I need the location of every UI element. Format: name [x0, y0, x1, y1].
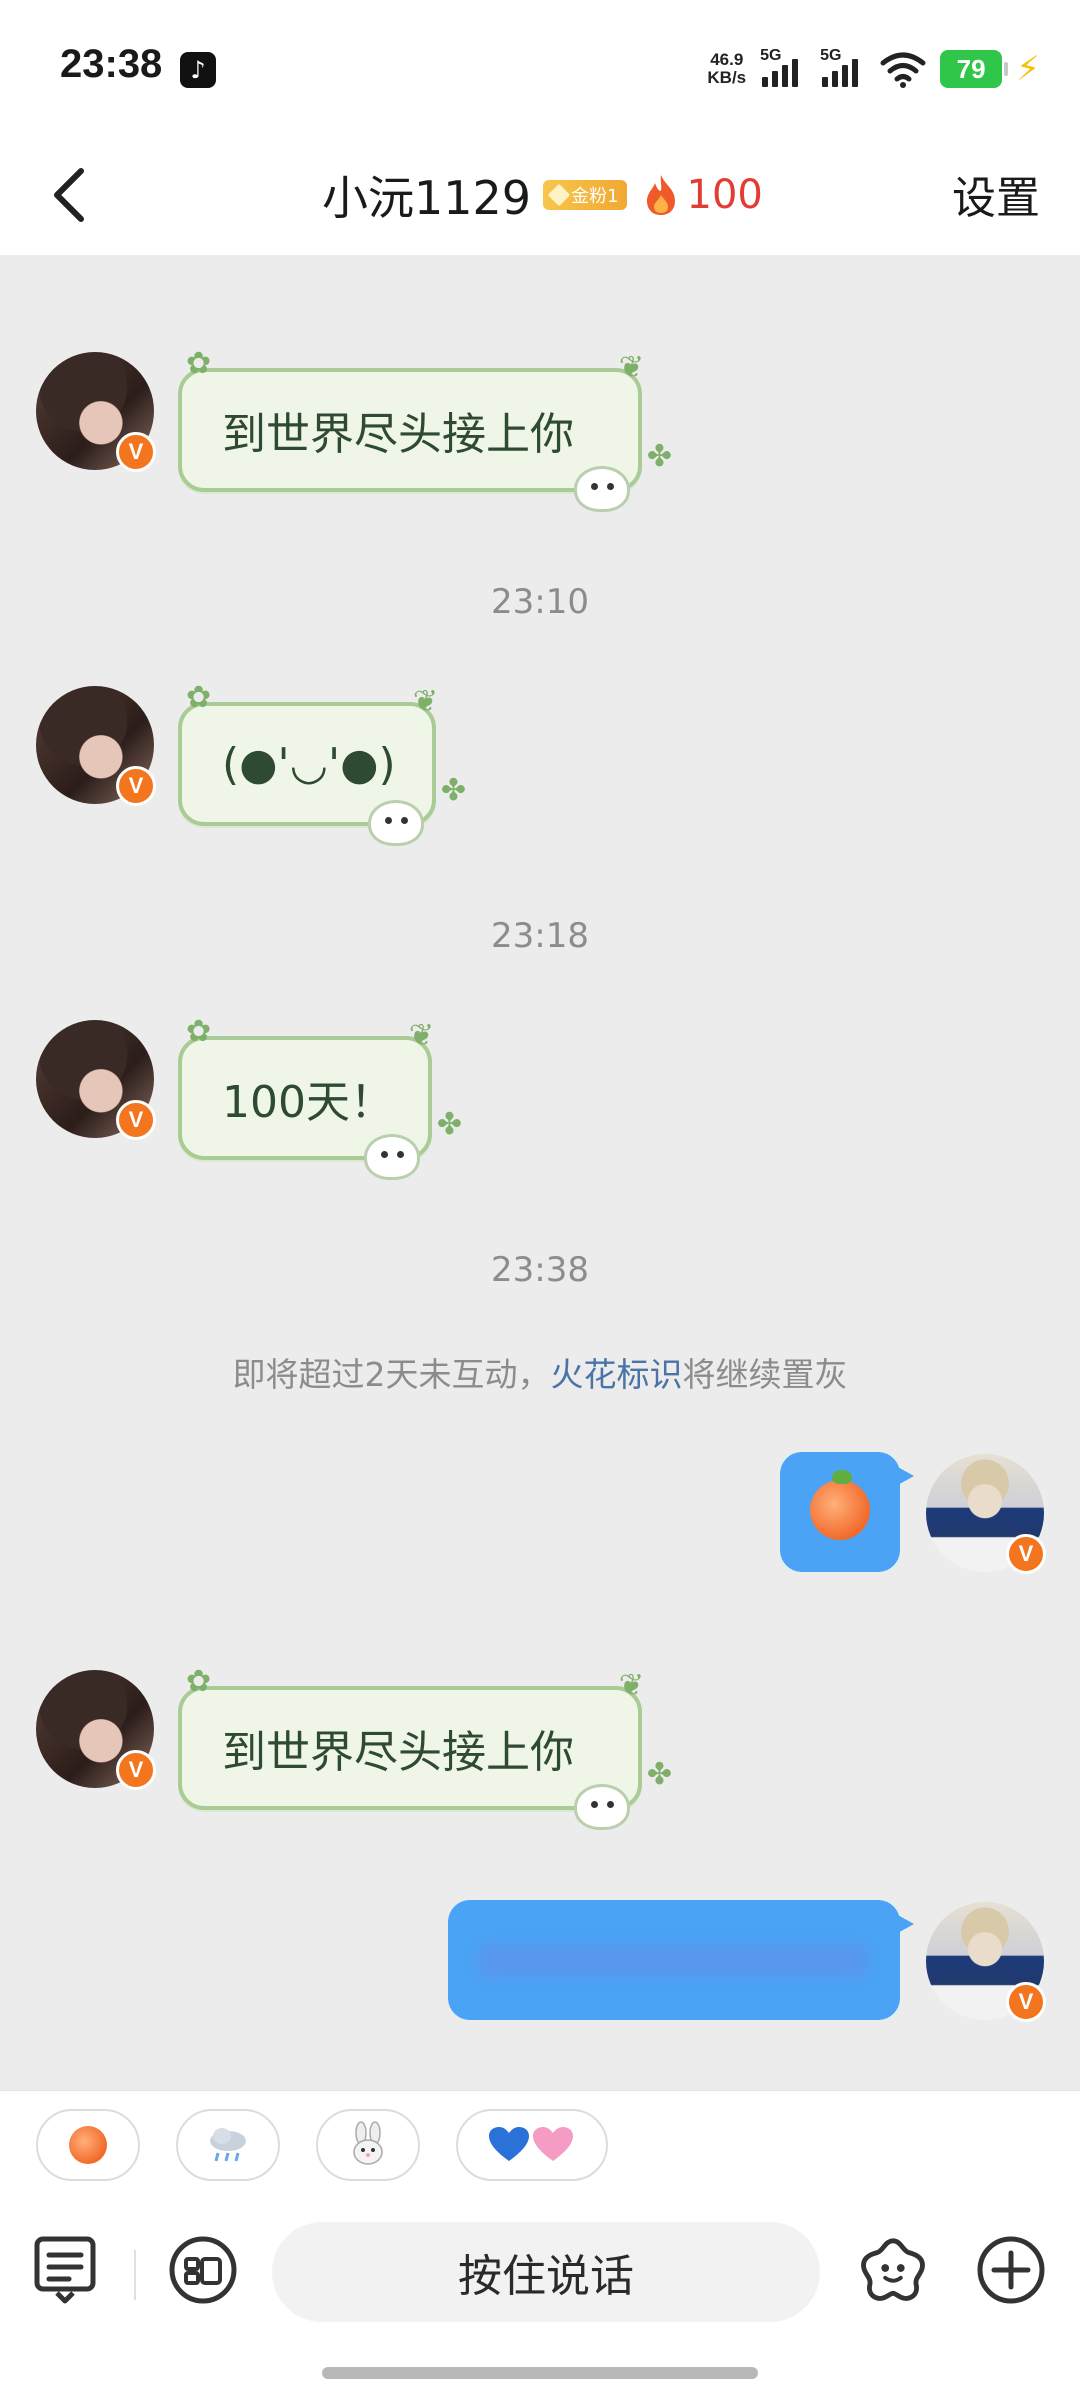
quick-reply-bar [0, 2090, 1080, 2200]
chat-title-group[interactable]: 小沅1129 金粉1 100 [322, 158, 763, 232]
clover-icon: ✤ [646, 439, 672, 474]
status-time: 23:38 [60, 42, 163, 86]
voice-icon [169, 2236, 237, 2304]
clover-icon: ✤ [440, 773, 466, 808]
contact-avatar[interactable]: V [36, 1020, 156, 1140]
verified-badge-icon: V [116, 1100, 156, 1140]
clover-icon: ✿ [186, 1664, 212, 1699]
my-avatar[interactable]: V [926, 1454, 1046, 1574]
message-text: 到世界尽头接上你 [222, 409, 574, 460]
peach-icon [69, 2126, 107, 2164]
verified-badge-icon: V [1006, 1982, 1046, 2022]
settings-button[interactable]: 设置 [952, 162, 1040, 226]
clover-icon: ✤ [436, 1107, 462, 1142]
leaf-icon: ❦ [412, 684, 438, 719]
quick-reply-rain[interactable] [176, 2109, 280, 2181]
rabbit-icon [353, 2121, 383, 2165]
home-indicator[interactable] [322, 2367, 758, 2379]
bunny-sticker-icon [574, 466, 630, 512]
clover-icon: ✿ [186, 1014, 212, 1049]
plus-icon [977, 2236, 1045, 2304]
message-bubble-sent[interactable] [780, 1452, 914, 1572]
battery-icon: 79 [940, 50, 1009, 88]
message-text: 到世界尽头接上你 [222, 1727, 574, 1778]
verified-badge-icon: V [116, 1750, 156, 1790]
sticker-icon [861, 2238, 925, 2301]
verified-badge-icon: V [1006, 1534, 1046, 1574]
status-bar: 23:38 ♪ 46.9 KB/s 5G 5G 79 ⚡ [0, 0, 1080, 140]
notes-button[interactable] [30, 2235, 100, 2305]
voice-button[interactable] [168, 2235, 238, 2305]
peach-icon [810, 1470, 870, 1540]
message-bubble-received[interactable]: (●'◡'●) ✿ ❦ ✤ [178, 680, 466, 846]
blurred-message-text [478, 1944, 868, 1978]
contact-avatar[interactable]: V [36, 686, 156, 806]
quick-reply-rabbit[interactable] [316, 2109, 420, 2181]
plus-button[interactable] [976, 2235, 1046, 2305]
message-text: 100天！ [222, 1077, 394, 1128]
spark-notice: 即将超过2天未互动，火花标识将继续置灰 [232, 1355, 848, 1394]
contact-name: 小沅1129 [322, 171, 532, 225]
message-text: (●'◡'●) [222, 738, 396, 790]
verified-badge-icon: V [116, 766, 156, 806]
clover-icon: ✿ [186, 680, 212, 715]
message-bubble-received[interactable]: 到世界尽头接上你 ✿ ❦ ✤ [178, 346, 672, 512]
back-button[interactable] [34, 160, 104, 230]
spark-badge-link[interactable]: 火花标识 [551, 1355, 683, 1394]
status-indicators: 46.9 KB/s 5G 5G 79 ⚡ [707, 45, 1040, 93]
message-bubble-received[interactable]: 100天！ ✿ ❦ ✤ [178, 1014, 462, 1180]
tiktok-icon: ♪ [180, 52, 216, 88]
spark-streak-count: 100 [686, 172, 763, 218]
bunny-sticker-icon [368, 800, 424, 846]
message-bubble-received[interactable]: 到世界尽头接上你 ✿ ❦ ✤ [178, 1664, 672, 1830]
leaf-icon: ❦ [618, 1668, 644, 1703]
signal-5g-icon: 5G [760, 47, 806, 89]
my-avatar[interactable]: V [926, 1902, 1046, 2022]
wifi-icon [880, 52, 926, 88]
hold-to-talk-button[interactable]: 按住说话 [272, 2222, 820, 2322]
gem-icon [547, 183, 571, 207]
chevron-left-icon [54, 168, 84, 222]
leaf-icon: ❦ [618, 350, 644, 385]
leaf-icon: ❦ [408, 1018, 434, 1053]
network-speed: 46.9 KB/s [707, 50, 747, 87]
quick-reply-peach[interactable] [36, 2109, 140, 2181]
clover-icon: ✿ [186, 346, 212, 381]
message-bubble-sent[interactable] [448, 1900, 914, 2020]
timestamp: 23:18 [491, 916, 589, 956]
contact-avatar[interactable]: V [36, 1670, 156, 1790]
rain-cloud-icon [210, 2128, 246, 2162]
sticker-button[interactable] [858, 2235, 928, 2305]
bunny-sticker-icon [364, 1134, 420, 1180]
timestamp: 23:10 [491, 582, 589, 622]
clover-icon: ✤ [646, 1757, 672, 1792]
flame-icon [646, 175, 675, 215]
notes-icon [34, 2236, 96, 2304]
blue-pink-hearts-icon [489, 2127, 573, 2161]
contact-avatar[interactable]: V [36, 352, 156, 472]
timestamp: 23:38 [491, 1250, 589, 1290]
charging-icon: ⚡ [1016, 49, 1040, 89]
fan-badge: 金粉1 [543, 180, 627, 210]
quick-reply-hearts[interactable] [456, 2109, 608, 2181]
signal-5g-icon: 5G [820, 47, 866, 89]
chat-header: 小沅1129 金粉1 100 设置 [0, 140, 1080, 255]
bunny-sticker-icon [574, 1784, 630, 1830]
verified-badge-icon: V [116, 432, 156, 472]
